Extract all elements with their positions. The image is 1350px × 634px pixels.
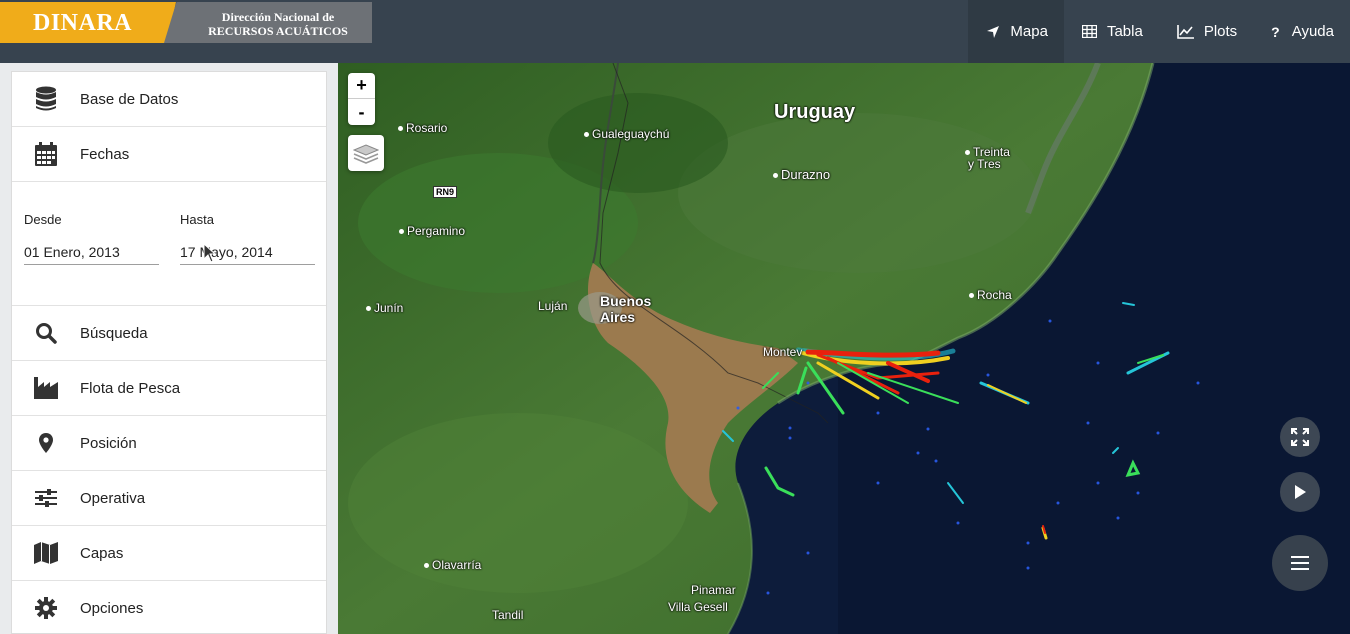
nav-item-mapa[interactable]: Mapa — [968, 0, 1064, 63]
place-label: Pinamar — [691, 583, 736, 597]
question-icon: ? — [1271, 23, 1280, 40]
sidebar-item-base-de-datos[interactable]: Base de Datos — [12, 72, 326, 127]
mouse-cursor-icon — [203, 243, 217, 263]
nav-item-label: Mapa — [1010, 23, 1048, 40]
sidebar: Base de Datos Fechas Desde 01 Enero, 201… — [11, 71, 327, 634]
fullscreen-button[interactable] — [1280, 417, 1320, 457]
nav-item-label: Tabla — [1106, 23, 1143, 40]
brand-subtitle-line1: Dirección Nacional de — [221, 10, 335, 24]
place-label: Uruguay — [774, 101, 856, 123]
nav-item-ayuda[interactable]: ? Ayuda — [1253, 0, 1350, 63]
search-icon — [12, 322, 80, 344]
sidebar-item-label: Base de Datos — [80, 90, 179, 108]
gear-icon — [12, 597, 80, 619]
place-label: Luján — [538, 299, 568, 313]
layers-icon — [353, 144, 379, 164]
nav-item-label: Plots — [1203, 23, 1238, 40]
place-label: Junín — [366, 301, 403, 315]
road-label: RN9 — [433, 186, 458, 198]
place-label: Montev — [763, 345, 803, 359]
sliders-icon — [12, 489, 80, 507]
place-label: y Tres — [968, 157, 1001, 171]
play-button[interactable] — [1280, 472, 1320, 512]
to-date-label: Hasta — [180, 212, 214, 227]
map-view[interactable]: Uruguay Rosario Gualeguaychú Durazno Tre… — [338, 63, 1350, 634]
sidebar-item-busqueda[interactable]: Búsqueda — [12, 306, 326, 361]
sidebar-item-label: Capas — [80, 544, 124, 562]
layers-button[interactable] — [348, 135, 384, 171]
hamburger-menu-icon — [1291, 556, 1309, 570]
nav-item-plots[interactable]: Plots — [1159, 0, 1253, 63]
to-date-field[interactable]: 17 Mayo, 2014 — [180, 238, 315, 265]
main-nav: Mapa Tabla Plots ? Ayuda — [968, 0, 1350, 63]
calendar-icon — [12, 142, 80, 166]
place-label: Pergamino — [399, 224, 465, 238]
brand-subtitle-line2: RECURSOS ACUÁTICOS — [208, 24, 348, 38]
table-icon — [1081, 25, 1097, 38]
top-bar: DINARA Dirección Nacional de RECURSOS AC… — [0, 0, 1350, 63]
from-date-label: Desde — [24, 212, 62, 227]
from-date-field[interactable]: 01 Enero, 2013 — [24, 238, 159, 265]
expand-icon — [1291, 428, 1309, 446]
map-marker-icon — [12, 433, 80, 453]
sidebar-item-posicion[interactable]: Posición — [12, 416, 326, 471]
zoom-control: + - — [348, 73, 375, 125]
nav-item-tabla[interactable]: Tabla — [1064, 0, 1159, 63]
location-arrow-icon — [987, 25, 1000, 38]
place-label: Tandil — [492, 608, 524, 622]
nav-item-label: Ayuda — [1291, 23, 1334, 40]
play-icon — [1295, 485, 1306, 499]
place-label: Rosario — [398, 121, 447, 135]
sidebar-item-label: Operativa — [80, 489, 146, 507]
line-chart-icon — [1177, 24, 1194, 39]
zoom-in-button[interactable]: + — [348, 73, 375, 99]
menu-button[interactable] — [1272, 535, 1328, 591]
date-range-panel: Desde 01 Enero, 2013 Hasta 17 Mayo, 2014 — [12, 182, 326, 306]
brand-logo-primary: DINARA — [0, 2, 176, 43]
brand-name: DINARA — [33, 10, 132, 36]
sidebar-item-fechas[interactable]: Fechas — [12, 127, 326, 182]
place-label: Rocha — [969, 288, 1012, 302]
sidebar-item-label: Fechas — [80, 145, 130, 163]
sidebar-item-label: Posición — [80, 434, 137, 452]
sidebar-item-label: Opciones — [80, 599, 144, 617]
place-label: Gualeguaychú — [584, 127, 669, 141]
sidebar-item-label: Flota de Pesca — [80, 379, 181, 397]
database-icon — [12, 86, 80, 112]
zoom-out-button[interactable]: - — [348, 99, 375, 125]
place-label: Olavarría — [424, 558, 481, 572]
sidebar-item-flota-de-pesca[interactable]: Flota de Pesca — [12, 361, 326, 416]
satellite-basemap — [338, 63, 1350, 634]
sidebar-item-opciones[interactable]: Opciones — [12, 581, 326, 634]
factory-icon — [12, 377, 80, 399]
brand-logo[interactable]: DINARA Dirección Nacional de RECURSOS AC… — [0, 2, 372, 43]
brand-logo-secondary: Dirección Nacional de RECURSOS ACUÁTICOS — [164, 2, 372, 43]
place-label: Durazno — [773, 167, 830, 182]
sidebar-item-label: Búsqueda — [80, 324, 148, 342]
place-label: Buenos — [600, 293, 652, 309]
map-icon — [12, 542, 80, 564]
sidebar-item-operativa[interactable]: Operativa — [12, 471, 326, 526]
place-label: Aires — [600, 309, 636, 325]
place-label: Villa Gesell — [668, 600, 728, 614]
sidebar-item-capas[interactable]: Capas — [12, 526, 326, 581]
